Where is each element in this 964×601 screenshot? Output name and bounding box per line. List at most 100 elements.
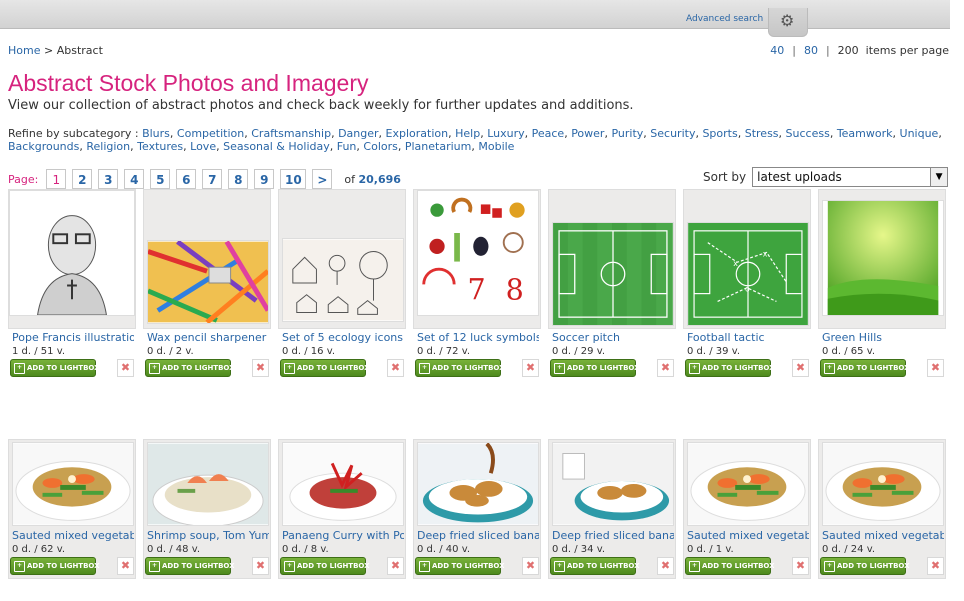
page-link[interactable]: 7 (202, 169, 223, 189)
dropdown-arrow-icon[interactable]: ▼ (930, 168, 948, 186)
subcategory-link[interactable]: Backgrounds (8, 140, 79, 153)
photo-title-link[interactable]: Pope Francis illustration (12, 331, 134, 344)
add-to-lightbox-button[interactable]: + ADD TO LIGHTBOX (820, 557, 910, 575)
subcategory-link[interactable]: Fun (337, 140, 357, 153)
breadcrumb-home[interactable]: Home (8, 44, 40, 57)
photo-thumbnail[interactable] (147, 240, 269, 324)
pager-next-button[interactable]: > (312, 169, 333, 189)
subcategory-link[interactable]: Teamwork (837, 127, 893, 140)
subcategory-link[interactable]: Blurs (142, 127, 170, 140)
subcategory-link[interactable]: Power (571, 127, 604, 140)
photo-thumbnail[interactable] (822, 200, 944, 316)
subcategory-link[interactable]: Colors (363, 140, 397, 153)
subcategory-link[interactable]: Sports (702, 127, 737, 140)
photo-title-link[interactable]: Set of 5 ecology icons (282, 331, 404, 344)
photo-title-link[interactable]: Shrimp soup, Tom Yum (147, 529, 269, 542)
photo-title-link[interactable]: Wax pencil sharpener (147, 331, 269, 344)
photo-thumbnail[interactable] (12, 442, 134, 526)
remove-icon[interactable]: ✖ (387, 557, 404, 575)
photo-title-link[interactable]: Soccer pitch (552, 331, 674, 344)
remove-icon[interactable]: ✖ (522, 557, 539, 575)
page-link[interactable]: 10 (280, 169, 307, 189)
subcategory-link[interactable]: Mobile (478, 140, 514, 153)
subcategory-link[interactable]: Security (650, 127, 695, 140)
page-link[interactable]: 5 (150, 169, 171, 189)
add-to-lightbox-button[interactable]: + ADD TO LIGHTBOX (10, 557, 100, 575)
subcategory-link[interactable]: Luxury (487, 127, 524, 140)
subcategory-link[interactable]: Stress (745, 127, 779, 140)
per-page-40[interactable]: 40 (770, 44, 784, 57)
subcategory-link[interactable]: Seasonal & Holiday (223, 140, 330, 153)
remove-icon[interactable]: ✖ (117, 557, 134, 575)
photo-thumbnail[interactable] (282, 442, 404, 526)
add-to-lightbox-button[interactable]: + ADD TO LIGHTBOX (280, 359, 370, 377)
remove-icon[interactable]: ✖ (657, 557, 674, 575)
remove-icon[interactable]: ✖ (387, 359, 404, 377)
photo-thumbnail[interactable] (9, 190, 135, 316)
photo-thumbnail[interactable] (147, 442, 269, 526)
add-to-lightbox-button[interactable]: + ADD TO LIGHTBOX (550, 557, 640, 575)
photo-title-link[interactable]: Sauted mixed vegetables (687, 529, 809, 542)
subcategory-link[interactable]: Love (190, 140, 216, 153)
remove-icon[interactable]: ✖ (927, 359, 944, 377)
photo-thumbnail[interactable] (822, 442, 944, 526)
page-link[interactable]: 2 (72, 169, 93, 189)
subcategory-link[interactable]: Unique (900, 127, 939, 140)
add-to-lightbox-button[interactable]: + ADD TO LIGHTBOX (415, 359, 505, 377)
add-to-lightbox-button[interactable]: + ADD TO LIGHTBOX (415, 557, 505, 575)
add-to-lightbox-button[interactable]: + ADD TO LIGHTBOX (145, 359, 235, 377)
photo-thumbnail[interactable] (552, 222, 674, 326)
remove-icon[interactable]: ✖ (522, 359, 539, 377)
subcategory-link[interactable]: Craftsmanship (251, 127, 331, 140)
add-to-lightbox-button[interactable]: + ADD TO LIGHTBOX (10, 359, 100, 377)
subcategory-link[interactable]: Planetarium (405, 140, 472, 153)
subcategory-link[interactable]: Exploration (386, 127, 449, 140)
remove-icon[interactable]: ✖ (252, 557, 269, 575)
gear-icon[interactable]: ⚙ (780, 13, 794, 29)
advanced-search-link[interactable]: Advanced search (686, 14, 763, 24)
photo-title-link[interactable]: Deep fried sliced banana (552, 529, 674, 542)
sort-select[interactable]: latest uploads ▼ (752, 167, 949, 187)
photo-thumbnail[interactable] (282, 238, 404, 322)
subcategory-link[interactable]: Textures (137, 140, 183, 153)
page-link[interactable]: 4 (124, 169, 145, 189)
add-to-lightbox-button[interactable]: + ADD TO LIGHTBOX (685, 557, 775, 575)
photo-title-link[interactable]: Green Hills (822, 331, 944, 344)
photo-thumbnail[interactable]: x x o (687, 222, 809, 326)
remove-icon[interactable]: ✖ (657, 359, 674, 377)
add-to-lightbox-button[interactable]: + ADD TO LIGHTBOX (280, 557, 370, 575)
add-to-lightbox-button[interactable]: + ADD TO LIGHTBOX (685, 359, 775, 377)
subcategory-link[interactable]: Competition (177, 127, 244, 140)
subcategory-link[interactable]: Peace (532, 127, 565, 140)
add-to-lightbox-button[interactable]: + ADD TO LIGHTBOX (550, 359, 640, 377)
photo-title-link[interactable]: Panaeng Curry with Pork (282, 529, 404, 542)
photo-thumbnail[interactable] (552, 442, 674, 526)
per-page-80[interactable]: 80 (804, 44, 818, 57)
photo-thumbnail[interactable] (417, 442, 539, 526)
photo-thumbnail[interactable]: 78 (417, 190, 539, 316)
settings-tab[interactable]: ⚙ (768, 8, 808, 37)
photo-title-link[interactable]: Deep fried sliced banana (417, 529, 539, 542)
page-link[interactable]: 9 (254, 169, 275, 189)
photo-title-link[interactable]: Sauted mixed vegetables (822, 529, 944, 542)
subcategory-link[interactable]: Help (455, 127, 480, 140)
remove-icon[interactable]: ✖ (792, 359, 809, 377)
remove-icon[interactable]: ✖ (792, 557, 809, 575)
remove-icon[interactable]: ✖ (927, 557, 944, 575)
add-to-lightbox-button[interactable]: + ADD TO LIGHTBOX (820, 359, 910, 377)
subcategory-link[interactable]: Success (786, 127, 830, 140)
photo-title-link[interactable]: Set of 12 luck symbols (417, 331, 539, 344)
remove-icon[interactable]: ✖ (117, 359, 134, 377)
subcategory-link[interactable]: Purity (611, 127, 643, 140)
page-link[interactable]: 8 (228, 169, 249, 189)
add-to-lightbox-button[interactable]: + ADD TO LIGHTBOX (145, 557, 235, 575)
subcategory-link[interactable]: Danger (338, 127, 378, 140)
page-link[interactable]: 6 (176, 169, 197, 189)
remove-icon[interactable]: ✖ (252, 359, 269, 377)
photo-title-link[interactable]: Sauted mixed vegetables (12, 529, 134, 542)
page-link[interactable]: 3 (98, 169, 119, 189)
page-current[interactable]: 1 (46, 169, 67, 189)
photo-thumbnail[interactable] (687, 442, 809, 526)
photo-title-link[interactable]: Football tactic (687, 331, 809, 344)
subcategory-link[interactable]: Religion (86, 140, 130, 153)
